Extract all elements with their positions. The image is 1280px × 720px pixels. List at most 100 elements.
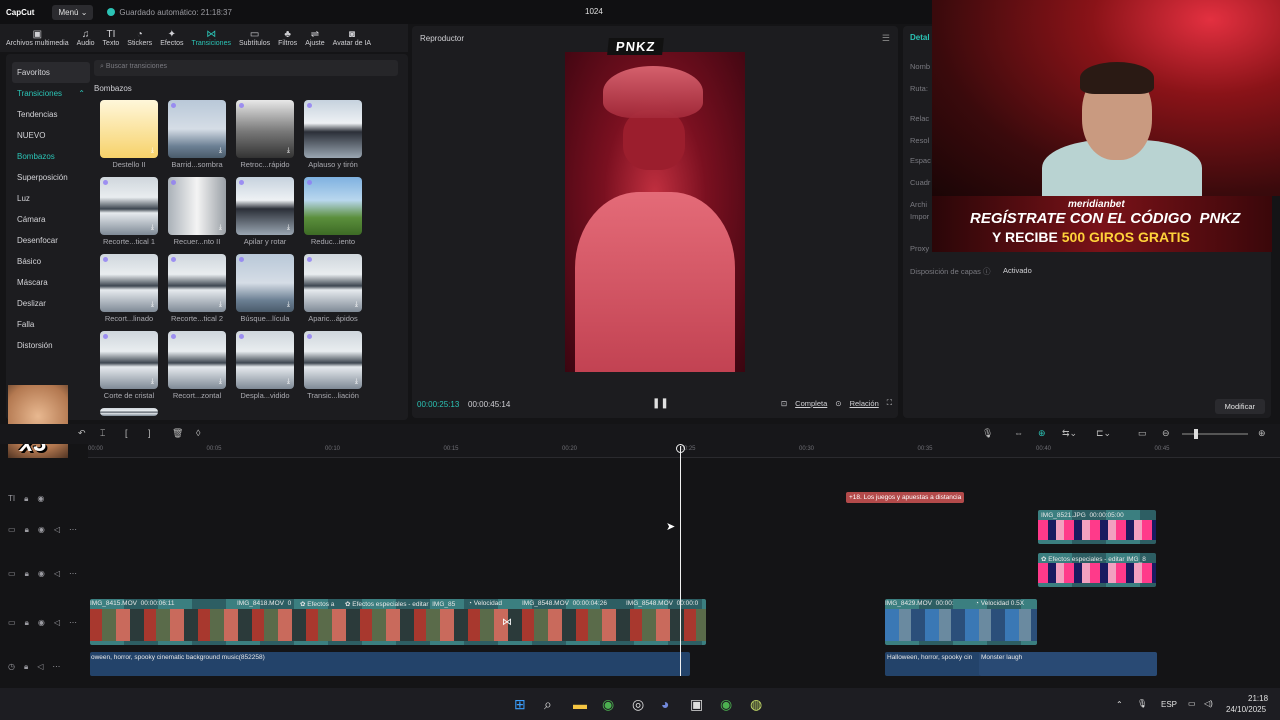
transition-card[interactable]: ⤓ Barrid...sombra [168, 100, 226, 169]
transition-card[interactable]: ⤓ Recuer...nto II [168, 177, 226, 246]
download-icon[interactable]: ⤓ [219, 147, 222, 155]
category-item[interactable]: Falla [12, 314, 90, 335]
mic-icon[interactable]: 🎙 [982, 428, 993, 439]
download-icon[interactable]: ⤓ [219, 378, 222, 386]
tool-media[interactable]: ▣ Archivos multimedia [6, 29, 69, 47]
text-clip[interactable]: +18. Los juegos y apuestas a distancia [846, 492, 964, 503]
chrome-icon[interactable]: ◉ [602, 696, 614, 713]
lock-icon[interactable]: 🔒︎ [25, 618, 29, 628]
ratio-button[interactable]: Relación [850, 399, 879, 408]
category-item[interactable]: Superposición [12, 167, 90, 188]
file-explorer-icon[interactable]: ▬ [573, 696, 587, 712]
split-icon[interactable]: ⌶ [100, 428, 105, 439]
fit-icon[interactable]: ⊙ [835, 399, 841, 408]
magnet-icon[interactable]: ⊕ [1038, 428, 1046, 439]
transition-card[interactable]: ⤓ Recorte...tical 2 [168, 254, 226, 323]
pause-button[interactable]: ❚❚ [652, 398, 669, 409]
lock-icon[interactable]: 🔒︎ [25, 525, 29, 535]
tool-filters[interactable]: ♣ Filtros [278, 29, 297, 47]
tool-transitions[interactable]: ⋈ Transiciones [192, 29, 231, 47]
effects-clip[interactable]: ✿ Efectos especiales - editar IMG_8 [1038, 553, 1156, 587]
menu-button[interactable]: Menú ⌄ [52, 4, 94, 20]
transition-card[interactable]: ⤓ Despla...vidido [236, 331, 294, 400]
transition-card[interactable]: ⤓ Transic...liación [304, 331, 362, 400]
more-icon[interactable]: ⋯ [52, 662, 60, 672]
search-icon[interactable]: ⌕ [544, 696, 552, 713]
category-item[interactable]: Deslizar [12, 293, 90, 314]
tray-chevron-icon[interactable]: ⌃ [1116, 700, 1123, 709]
undo-icon[interactable]: ↶ [78, 428, 86, 439]
transition-card[interactable]: ⤓ Recort...linado [100, 254, 158, 323]
crop-icon[interactable]: ⊡ [781, 399, 787, 408]
snap-icon[interactable]: ⇆⌄ [1062, 428, 1077, 439]
category-item[interactable]: Cámara [12, 209, 90, 230]
zoom-in-icon[interactable]: ⊕ [1258, 428, 1266, 439]
transition-icon[interactable]: ⋈ [502, 617, 512, 628]
image-clip[interactable]: IMG_8521.JPG 00:00:05:00 [1038, 510, 1156, 544]
download-icon[interactable]: ⤓ [151, 147, 154, 155]
tool-effects[interactable]: ✦ Efectos [160, 29, 183, 47]
download-icon[interactable]: ⤓ [219, 224, 222, 232]
fullscreen-icon[interactable]: ⛶ [887, 398, 892, 408]
chrome-profile-icon[interactable]: ◉ [720, 696, 732, 713]
download-icon[interactable]: ⤓ [287, 147, 290, 155]
player-menu-icon[interactable]: ☰ [882, 33, 890, 44]
transition-card[interactable]: ⤓ Búsque...lícula [236, 254, 294, 323]
tool-ai-avatar[interactable]: ◙ Avatar de IA [333, 29, 371, 47]
lock-icon[interactable]: 🔒︎ [24, 662, 28, 672]
transition-card[interactable]: ⤓ Aparic...ápidos [304, 254, 362, 323]
download-icon[interactable]: ⤓ [287, 224, 290, 232]
start-icon[interactable]: ⊞ [514, 696, 526, 713]
volume-icon[interactable]: ◁) [1204, 699, 1213, 708]
transition-card-partial[interactable] [100, 408, 158, 416]
category-item[interactable]: Bombazos [12, 146, 90, 167]
eye-icon[interactable]: ◉ [38, 569, 45, 579]
main-video-clips[interactable]: IMG_8415.MOV 00:00:06:11 IMG_8418.MOV 0 … [90, 599, 706, 645]
link-icon[interactable]: ⇔ [1014, 428, 1023, 438]
category-item[interactable]: Tendencias [12, 104, 90, 125]
more-icon[interactable]: ⋯ [69, 618, 77, 628]
volume-icon[interactable]: ◁ [54, 618, 60, 628]
volume-icon[interactable]: ◁ [37, 662, 43, 672]
preview-axis-icon[interactable]: ⊏⌄ [1096, 428, 1111, 439]
download-icon[interactable]: ⤓ [219, 301, 222, 309]
transition-card[interactable]: ⤓ Recorte...tical 1 [100, 177, 158, 246]
lock-icon[interactable]: 🔒︎ [25, 569, 29, 579]
transition-card[interactable]: ⤓ Corte de cristal [100, 331, 158, 400]
zoom-handle[interactable] [1194, 429, 1198, 439]
category-item[interactable]: Básico [12, 251, 90, 272]
playhead-handle[interactable] [676, 444, 685, 453]
capcut-icon[interactable]: ▣ [690, 696, 703, 713]
video-preview[interactable] [565, 52, 745, 372]
eye-icon[interactable]: ◉ [38, 618, 45, 628]
download-icon[interactable]: ⤓ [287, 378, 290, 386]
transition-card[interactable]: ⤓ Apilar y rotar [236, 177, 294, 246]
transition-card[interactable]: Reduc...iento [304, 177, 362, 246]
download-icon[interactable]: ⤓ [151, 224, 154, 232]
modify-button[interactable]: Modificar [1214, 399, 1265, 414]
caption-icon[interactable]: ▭ [1138, 428, 1147, 439]
zoom-out-icon[interactable]: ⊖ [1162, 428, 1170, 439]
tool-adjust[interactable]: ⇌ Ajuste [305, 29, 324, 47]
discord-icon[interactable]: ◕ [661, 696, 669, 712]
audio-clip-3[interactable]: Monster laugh [979, 652, 1157, 676]
audio-clip-2[interactable]: Halloween, horror, spooky cin [885, 652, 981, 676]
language-indicator[interactable]: ESP [1161, 700, 1177, 709]
download-icon[interactable]: ⤓ [151, 301, 154, 309]
search-input[interactable]: ⌕ Buscar transiciones [94, 60, 398, 76]
audio-clip-1[interactable]: oween, horror, spooky cinematic backgrou… [90, 652, 690, 676]
category-item[interactable]: Máscara [12, 272, 90, 293]
clock-time[interactable]: 21:18 [1248, 694, 1268, 703]
app-icon[interactable]: ◍ [750, 696, 762, 713]
download-icon[interactable]: ⤓ [355, 301, 358, 309]
lock-icon[interactable]: 🔒︎ [24, 494, 28, 504]
zoom-slider[interactable] [1182, 433, 1248, 435]
download-icon[interactable]: ⤓ [355, 378, 358, 386]
obs-icon[interactable]: ◎ [632, 696, 644, 713]
category-item[interactable]: NUEVO [12, 125, 90, 146]
download-icon[interactable]: ⤓ [151, 378, 154, 386]
volume-icon[interactable]: ◁ [54, 525, 60, 535]
clock-date[interactable]: 24/10/2025 [1226, 705, 1266, 714]
playhead[interactable] [680, 446, 681, 676]
more-icon[interactable]: ⋯ [69, 569, 77, 579]
